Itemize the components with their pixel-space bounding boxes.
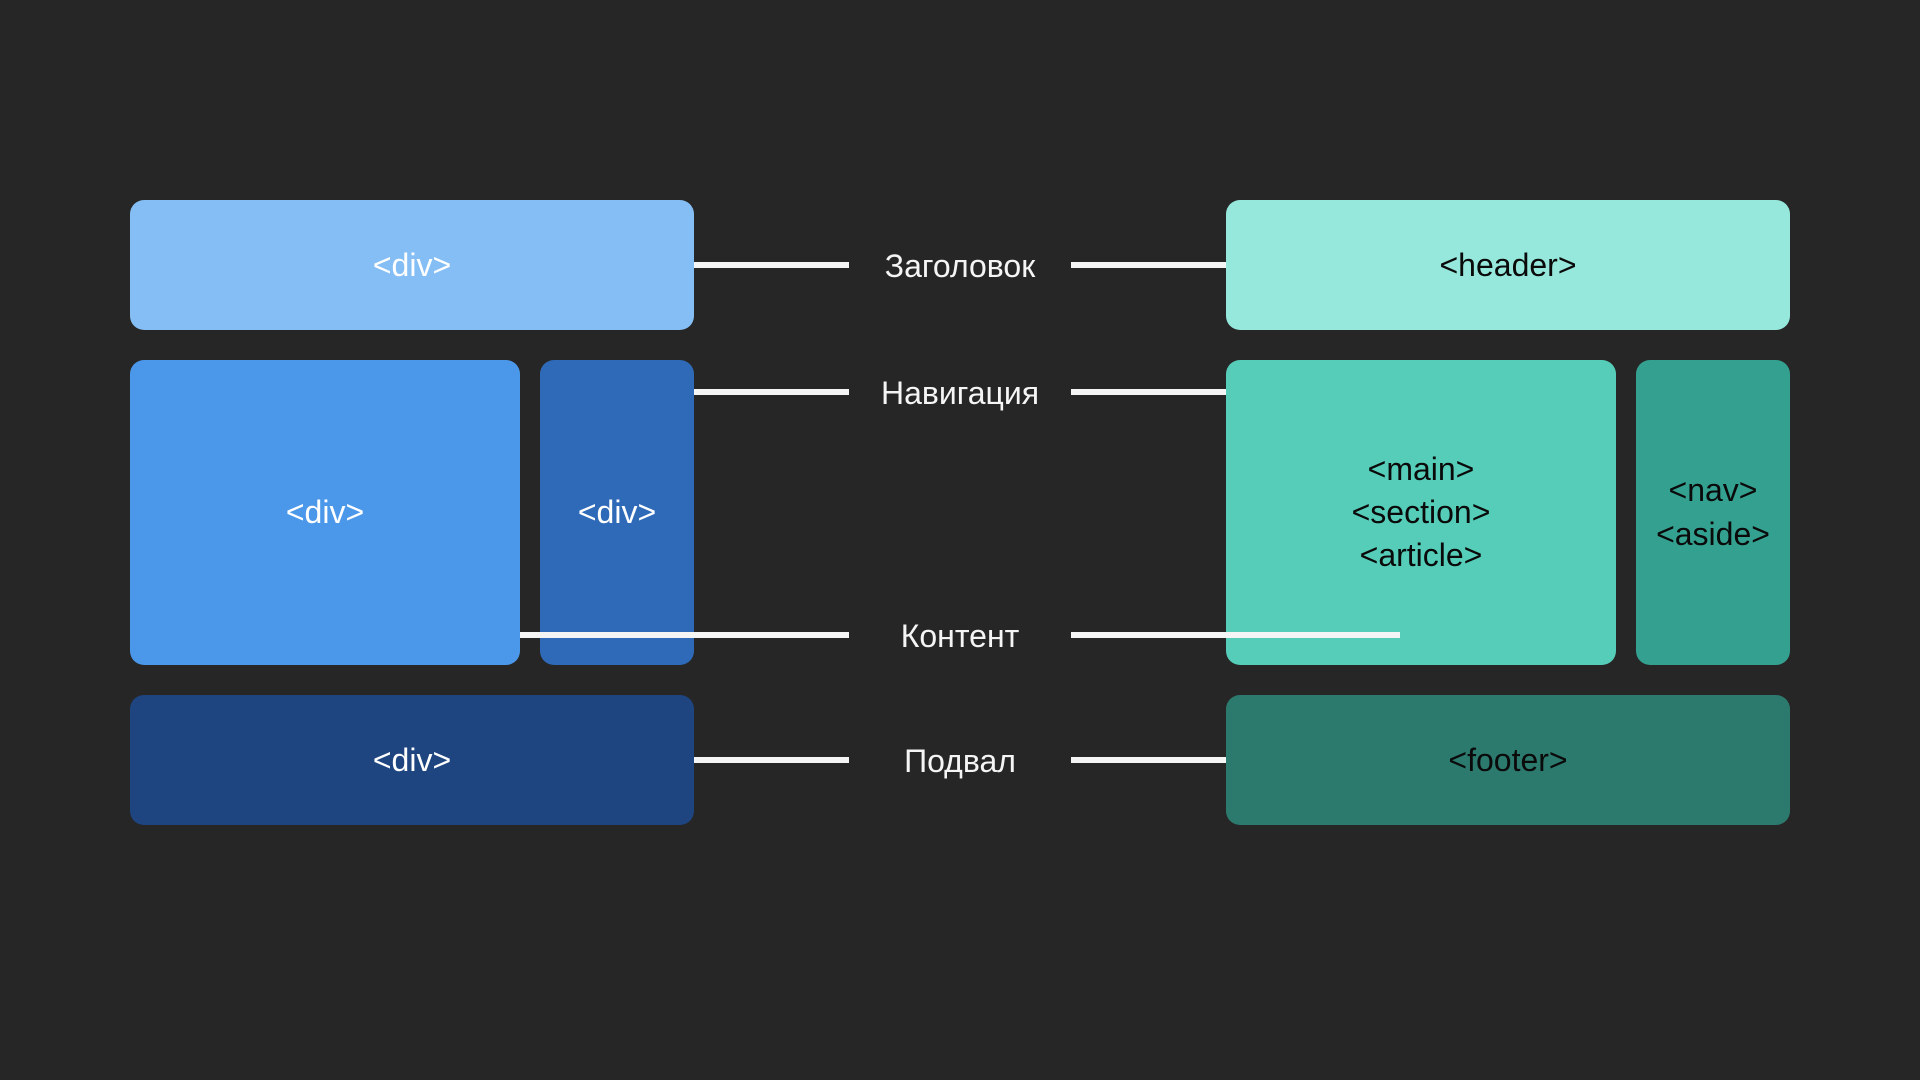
connector-line — [694, 757, 849, 763]
connector-line — [1071, 389, 1226, 395]
connector-line — [694, 262, 849, 268]
left-footer-label: <div> — [373, 742, 451, 779]
left-content-box: <div> — [130, 360, 520, 665]
right-footer-label: <footer> — [1448, 742, 1567, 779]
right-nav-label-nav: <nav> — [1669, 469, 1758, 512]
right-footer-box: <footer> — [1226, 695, 1790, 825]
right-nav-box: <nav> <aside> — [1636, 360, 1790, 665]
left-nav-box: <div> — [540, 360, 694, 665]
left-footer-box: <div> — [130, 695, 694, 825]
right-nav-label-aside: <aside> — [1656, 513, 1770, 556]
label-footer: Подвал — [870, 743, 1050, 780]
connector-line — [1071, 757, 1226, 763]
left-header-label: <div> — [373, 247, 451, 284]
connector-line — [1071, 262, 1226, 268]
semantic-html-diagram: <div> <div> <div> <div> <header> <main> … — [130, 200, 1790, 880]
connector-line — [1071, 632, 1400, 638]
left-content-label: <div> — [286, 494, 364, 531]
label-header: Заголовок — [870, 248, 1050, 285]
right-content-label-article: <article> — [1360, 534, 1483, 577]
connector-line — [520, 632, 849, 638]
label-nav: Навигация — [870, 375, 1050, 412]
label-content: Контент — [870, 618, 1050, 655]
left-header-box: <div> — [130, 200, 694, 330]
right-content-label-main: <main> — [1368, 448, 1475, 491]
right-content-label-section: <section> — [1352, 491, 1491, 534]
connector-line — [694, 389, 849, 395]
left-nav-label: <div> — [578, 494, 656, 531]
right-content-box: <main> <section> <article> — [1226, 360, 1616, 665]
right-header-label: <header> — [1439, 247, 1576, 284]
right-header-box: <header> — [1226, 200, 1790, 330]
